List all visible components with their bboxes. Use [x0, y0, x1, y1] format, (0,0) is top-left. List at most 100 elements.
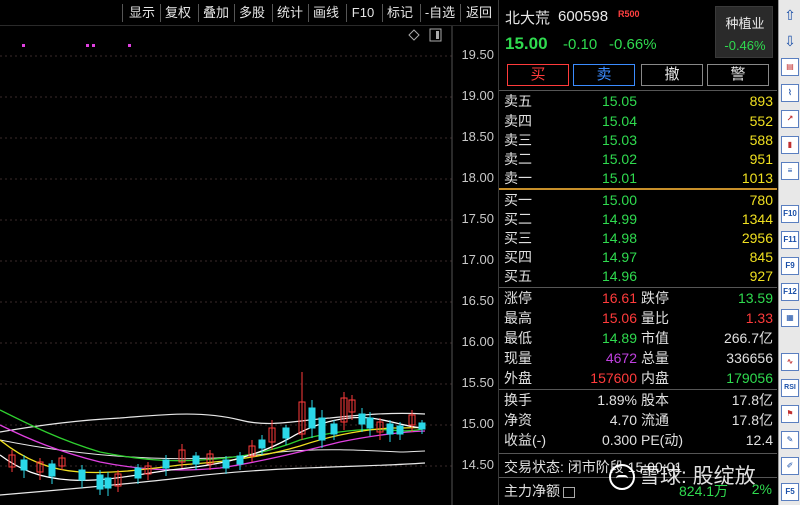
down-arrow-icon[interactable]: ⇩ — [781, 32, 799, 50]
bid-price: 14.96 — [601, 268, 637, 284]
kline-chart-canvas — [0, 26, 453, 505]
stat-row: 换手 1.89% 股本 17.8亿 — [499, 390, 777, 410]
sector-box[interactable]: 种植业 -0.46% — [715, 6, 773, 58]
stat-row: 最低 14.89 市值 266.7亿 — [499, 328, 777, 348]
chart-toggle-icon[interactable] — [563, 486, 575, 498]
bid-volume: 1344 — [741, 211, 773, 227]
toolbar-separator — [346, 4, 347, 22]
minute-chart-icon[interactable]: ⌇ — [781, 84, 799, 102]
f9-icon[interactable]: F9 — [781, 257, 799, 275]
stock-code: 600598 — [558, 8, 609, 25]
ask-row[interactable]: 卖四 15.04 552 — [499, 112, 777, 131]
stat-row: 外盘 157600 内盘 179056 — [499, 368, 777, 388]
report-icon[interactable]: ▤ — [781, 58, 799, 76]
toolbar-display-button[interactable]: 显示 — [126, 4, 158, 22]
stat-row: 涨停 16.61 跌停 13.59 — [499, 288, 777, 308]
stock-name: 北大荒 — [505, 10, 551, 27]
pencil-icon[interactable]: ✐ — [781, 457, 799, 475]
bid-price: 14.99 — [601, 211, 637, 227]
sell-button[interactable]: 卖 — [573, 64, 635, 86]
f5-icon[interactable]: F5 — [781, 483, 799, 501]
bid-row[interactable]: 买一 15.00 780 — [499, 191, 777, 210]
bid-row[interactable]: 买五 14.96 927 — [499, 267, 777, 286]
stat-value: 179056 — [726, 370, 773, 386]
toolbar-separator — [198, 4, 199, 22]
stat-label: 净资 — [504, 412, 532, 428]
toolbar-stats-button[interactable]: 统计 — [274, 4, 306, 22]
chart-corner-icons[interactable] — [408, 28, 442, 42]
f10-icon[interactable]: F10 — [781, 205, 799, 223]
chart-toolbar: 显示 复权 叠加 多股 统计 画线 F10 标记 -自选 返回 — [0, 0, 498, 26]
f11-icon[interactable]: F11 — [781, 231, 799, 249]
toolbar-multi-stock-button[interactable]: 多股 — [236, 4, 268, 22]
up-arrow-icon[interactable]: ⇧ — [781, 6, 799, 24]
index-badge: R500 — [618, 9, 640, 19]
kline-chart[interactable]: 19.50 19.00 18.50 18.00 17.50 17.00 16.5… — [0, 26, 498, 505]
wave-icon[interactable]: ∿ — [781, 353, 799, 371]
ask-row[interactable]: 卖五 15.05 893 — [499, 92, 777, 111]
cancel-order-button[interactable]: 撤 — [641, 64, 703, 86]
buy-button[interactable]: 买 — [507, 64, 569, 86]
toolbar-adjust-button[interactable]: 复权 — [162, 4, 194, 22]
sector-name: 种植业 — [725, 16, 765, 31]
ask-price: 15.03 — [601, 132, 637, 148]
bid-label: 买四 — [504, 249, 532, 265]
bid-row[interactable]: 买四 14.97 845 — [499, 248, 777, 267]
trend-icon[interactable]: ↗ — [781, 110, 799, 128]
table-icon[interactable]: ▦ — [781, 309, 799, 327]
stat-value: 16.61 — [601, 290, 637, 306]
kline-icon[interactable]: ▮ — [781, 136, 799, 154]
stat-label: 换手 — [504, 392, 532, 408]
rsi-icon[interactable]: RSI — [781, 379, 799, 397]
stat-label: 最低 — [504, 330, 532, 346]
stat-value: 12.4 — [745, 432, 773, 448]
toolbar-remove-watchlist-button[interactable]: -自选 — [422, 4, 458, 22]
y-tick-label: 17.00 — [461, 252, 494, 267]
toolbar-draw-button[interactable]: 画线 — [310, 4, 342, 22]
toolbar-mark-button[interactable]: 标记 — [384, 4, 416, 22]
stat-label: 涨停 — [504, 290, 532, 306]
bid-row[interactable]: 买二 14.99 1344 — [499, 210, 777, 229]
net-flow-label-text: 主力净额 — [504, 483, 560, 499]
ask-row[interactable]: 卖一 15.01 1013 — [499, 169, 777, 188]
toolbar-back-button[interactable]: 返回 — [462, 4, 496, 22]
bookmark-icon[interactable]: ⚑ — [781, 405, 799, 423]
ma-white-line — [0, 416, 426, 482]
ask-volume: 552 — [749, 113, 773, 129]
bid-label: 买五 — [504, 268, 532, 284]
toolbar-f10-button[interactable]: F10 — [348, 4, 378, 22]
stat-label: 内盘 — [641, 370, 669, 386]
watermark-text: 雪球: 股绽放 — [639, 465, 756, 488]
edit-icon[interactable]: ✎ — [781, 431, 799, 449]
watermark: 雪球: 股绽放 — [609, 460, 756, 491]
list-icon[interactable]: ≡ — [781, 162, 799, 180]
bid-price: 14.98 — [601, 230, 637, 246]
stat-value: 157600 — [590, 370, 637, 386]
stat-row: 现量 4672 总量 336656 — [499, 348, 777, 368]
stat-label: 收益(-) — [504, 432, 546, 448]
bid-volume: 927 — [749, 268, 773, 284]
bid-label: 买三 — [504, 230, 532, 246]
toolbar-separator — [272, 4, 273, 22]
y-tick-label: 15.00 — [461, 416, 494, 431]
stat-row: 收益(-) 0.300 PE(动) 12.4 — [499, 430, 777, 450]
bid-volume: 845 — [749, 249, 773, 265]
ask-row[interactable]: 卖三 15.03 588 — [499, 131, 777, 150]
toolbar-overlay-button[interactable]: 叠加 — [200, 4, 232, 22]
ask-price: 15.01 — [601, 170, 637, 186]
bid-row[interactable]: 买三 14.98 2956 — [499, 229, 777, 248]
ask-label: 卖三 — [504, 132, 532, 148]
main-net-flow-label[interactable]: 主力净额 — [504, 481, 575, 501]
toolbar-separator — [122, 4, 123, 22]
stat-value: 17.8亿 — [731, 412, 773, 428]
stat-row: 最高 15.06 量比 1.33 — [499, 308, 777, 328]
stat-label: 外盘 — [504, 370, 532, 386]
f12-icon[interactable]: F12 — [781, 283, 799, 301]
bid-price: 15.00 — [601, 192, 637, 208]
sector-change: -0.46% — [724, 38, 766, 53]
ask-volume: 1013 — [741, 170, 773, 186]
ask-row[interactable]: 卖二 15.02 951 — [499, 150, 777, 169]
alert-button[interactable]: 警 — [707, 64, 769, 86]
stat-label: 量比 — [641, 310, 669, 326]
stat-value: 4.70 — [609, 412, 637, 428]
